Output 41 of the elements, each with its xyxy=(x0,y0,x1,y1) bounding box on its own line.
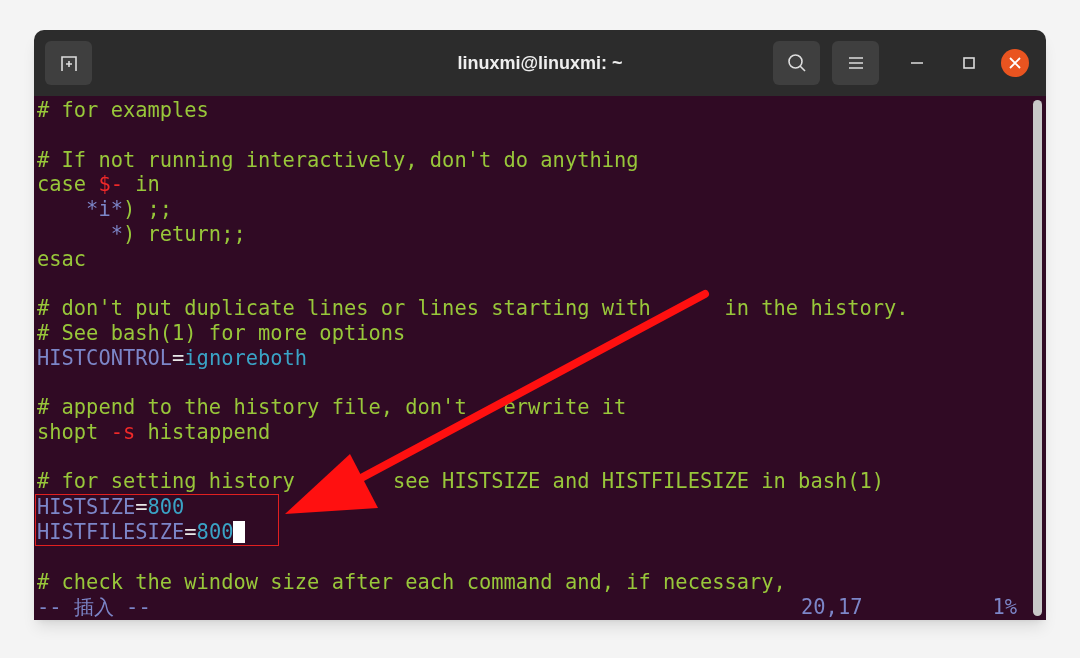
code-value: ignoreboth xyxy=(184,345,308,371)
code-keyword: ) ;; xyxy=(122,197,173,222)
code-keyword: ) return;; xyxy=(122,221,246,247)
close-button[interactable] xyxy=(1001,49,1029,77)
menu-button[interactable] xyxy=(832,41,879,85)
code-text: = xyxy=(184,519,197,545)
search-icon xyxy=(786,53,807,73)
code-comment: # See bash(1) for more options xyxy=(37,320,406,346)
code-keyword: in xyxy=(134,172,160,197)
code-operator: $- xyxy=(98,172,123,197)
code-keyword: case xyxy=(37,172,88,197)
code-text: = xyxy=(172,345,185,371)
code-variable: HISTSIZE xyxy=(37,495,136,520)
code-comment: # If not running interactively, don't do anything xyxy=(37,147,639,173)
code-variable: * xyxy=(109,221,123,247)
code-comment: # append to the history file, don't erwrite it xyxy=(37,395,627,420)
search-button[interactable] xyxy=(773,41,820,85)
code-comment: # check the window size after each command and, if necessary, xyxy=(37,570,786,595)
close-icon xyxy=(1009,57,1021,69)
code-keyword: histappend xyxy=(146,419,271,445)
code-operator: -s xyxy=(110,419,136,445)
code-value: 800 xyxy=(147,495,185,520)
maximize-icon xyxy=(963,57,975,69)
code-comment: # for examples xyxy=(37,98,209,123)
code-value: 800 xyxy=(196,519,234,545)
minimize-icon xyxy=(911,62,923,64)
code-text: = xyxy=(135,495,148,520)
scrollbar[interactable] xyxy=(1033,100,1042,616)
code-keyword: esac xyxy=(37,246,87,272)
code-variable: HISTFILESIZE xyxy=(37,519,185,545)
code-keyword: shopt xyxy=(37,419,100,445)
code-comment: # don't put duplicate lines or lines starting with in the history. xyxy=(37,296,909,321)
window-title: linuxmi@linuxmi: ~ xyxy=(456,51,624,75)
code-comment: # for setting history see HISTSIZE and HISTFILESIZE in bash(1) xyxy=(37,469,885,494)
code-variable: *i* xyxy=(85,197,123,222)
menu-icon xyxy=(847,56,864,70)
mode-indicator: -- 插入 -- xyxy=(37,595,151,620)
code-variable: HISTCONTROL xyxy=(37,345,173,371)
cursor-position: 20,17 xyxy=(801,595,863,620)
new-tab-button[interactable] xyxy=(45,41,92,85)
scroll-percent: 1% xyxy=(992,595,1017,620)
